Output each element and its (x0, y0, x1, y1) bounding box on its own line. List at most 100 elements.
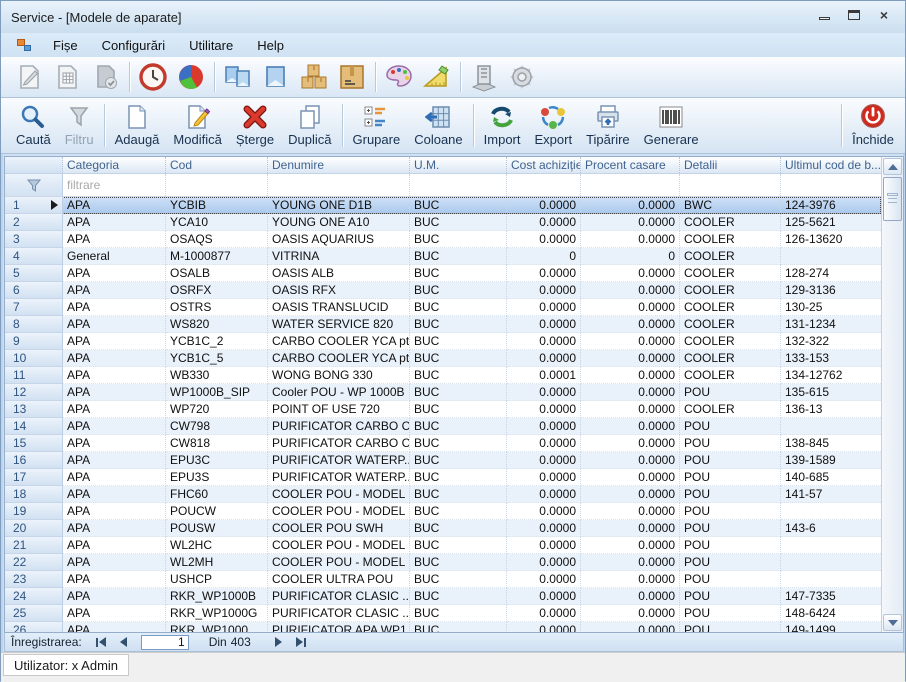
table-row[interactable]: 8 APA WS820 WATER SERVICE 820 BUC 0.0000… (5, 316, 881, 333)
modifica-button[interactable]: Modifică (166, 100, 228, 151)
packages-stack-icon[interactable] (295, 59, 333, 95)
table-row[interactable]: 1 APA YCBIB YOUNG ONE D1B BUC 0.0000 0.0… (5, 197, 881, 214)
app-window: Service - [Modele de aparate] × FișeConf… (0, 0, 906, 681)
filter-cell[interactable] (166, 174, 268, 196)
table-row[interactable]: 9 APA YCB1C_2 CARBO COOLER YCA pt 2l BUC… (5, 333, 881, 350)
clock-icon[interactable] (134, 59, 172, 95)
column-header[interactable]: Categoria (63, 157, 166, 173)
column-header[interactable]: Ultimul cod de b... (781, 157, 881, 173)
title-bar: Service - [Modele de aparate] × (1, 1, 905, 33)
vertical-scrollbar[interactable] (881, 157, 903, 632)
table-row[interactable]: 15 APA CW818 PURIFICATOR CARBO C... BUC … (5, 435, 881, 452)
import-icon (488, 103, 516, 130)
table-row[interactable]: 4 General M-1000877 VITRINA BUC 0 0 COOL… (5, 248, 881, 265)
import-button[interactable]: Import (477, 100, 528, 151)
adauga-button[interactable]: Adaugă (108, 100, 167, 151)
grupare-button[interactable]: Grupare (346, 100, 408, 151)
column-header[interactable]: Cost achiziție (507, 157, 581, 173)
filter-cell[interactable] (680, 174, 781, 196)
column-header[interactable]: Denumire (268, 157, 410, 173)
next-record-button[interactable] (275, 637, 282, 647)
row-number: 9 (5, 333, 63, 350)
design-ruler-icon[interactable] (418, 59, 456, 95)
filter-cell[interactable] (581, 174, 680, 196)
table-row[interactable]: 17 APA EPU3S PURIFICATOR WATERP... BUC 0… (5, 469, 881, 486)
box-blue-icon[interactable] (257, 59, 295, 95)
export-button[interactable]: Export (528, 100, 580, 151)
duplica-button[interactable]: Duplică (281, 100, 338, 151)
column-header[interactable]: U.M. (410, 157, 507, 173)
table-row[interactable]: 12 APA WP1000B_SIP Cooler POU - WP 1000B… (5, 384, 881, 401)
sterge-button[interactable]: Șterge (229, 100, 281, 151)
close-form-button[interactable]: Închide (845, 100, 901, 151)
previous-record-button[interactable] (120, 637, 127, 647)
filter-cell[interactable] (268, 174, 410, 196)
table-row[interactable]: 11 APA WB330 WONG BONG 330 BUC 0.0001 0.… (5, 367, 881, 384)
filter-cell[interactable] (410, 174, 507, 196)
menu-item-configurri[interactable]: Configurări (90, 35, 178, 56)
table-row[interactable]: 18 APA FHC60 COOLER POU - MODEL ... BUC … (5, 486, 881, 503)
edit-document-icon[interactable] (11, 59, 49, 95)
generare-button[interactable]: Generare (637, 100, 706, 151)
menu-bar: FișeConfigurăriUtilitareHelp × (1, 33, 905, 57)
column-header[interactable]: Cod (166, 157, 268, 173)
row-number: 6 (5, 282, 63, 299)
gear-icon[interactable] (503, 59, 541, 95)
scroll-down-button[interactable] (883, 614, 902, 631)
scroll-up-button[interactable] (883, 158, 902, 175)
coloane-button[interactable]: Coloane (407, 100, 469, 151)
row-number: 13 (5, 401, 63, 418)
minimize-button[interactable] (817, 9, 831, 21)
table-row[interactable]: 5 APA OSALB OASIS ALB BUC 0.0000 0.0000 … (5, 265, 881, 282)
first-record-button[interactable] (96, 637, 106, 647)
scroll-thumb[interactable] (883, 177, 902, 221)
table-row[interactable]: 25 APA RKR_WP1000G PURIFICATOR CLASIC ..… (5, 605, 881, 622)
filter-input[interactable] (63, 174, 165, 196)
row-number: 25 (5, 605, 63, 622)
close-button[interactable]: × (877, 9, 891, 21)
table-row[interactable]: 26 APA RKR_WP1000 PURIFICATOR APA WP1 BU… (5, 622, 881, 632)
tiparire-icon (594, 103, 622, 130)
filter-funnel-icon (27, 179, 41, 192)
table-row[interactable]: 19 APA POUCW COOLER POU - MODEL ... BUC … (5, 503, 881, 520)
report-document-icon[interactable] (49, 59, 87, 95)
cauta-button[interactable]: Caută (9, 100, 58, 151)
sterge-icon (241, 103, 269, 130)
table-row[interactable]: 22 APA WL2MH COOLER POU - MODEL ... BUC … (5, 554, 881, 571)
table-row[interactable]: 7 APA OSTRS OASIS TRANSLUCID BUC 0.0000 … (5, 299, 881, 316)
menu-item-utilitare[interactable]: Utilitare (177, 35, 245, 56)
table-row[interactable]: 3 APA OSAQS OASIS AQUARIUS BUC 0.0000 0.… (5, 231, 881, 248)
row-number: 1 (5, 197, 63, 214)
grid-rows: 1 APA YCBIB YOUNG ONE D1B BUC 0.0000 0.0… (5, 197, 881, 632)
column-header[interactable]: Detalii (680, 157, 781, 173)
record-number-input[interactable] (141, 635, 189, 650)
of-label: Din (209, 635, 227, 649)
pie-chart-icon[interactable] (172, 59, 210, 95)
table-row[interactable]: 2 APA YCA10 YOUNG ONE A10 BUC 0.0000 0.0… (5, 214, 881, 231)
building-icon[interactable] (465, 59, 503, 95)
package-icon[interactable] (333, 59, 371, 95)
filtru-button[interactable]: Filtru (58, 100, 101, 151)
palette-icon[interactable] (380, 59, 418, 95)
last-record-button[interactable] (296, 637, 306, 647)
duplica-icon (296, 103, 324, 130)
document-check-icon[interactable] (87, 59, 125, 95)
menu-item-fie[interactable]: Fișe (41, 35, 90, 56)
table-row[interactable]: 13 APA WP720 POINT OF USE 720 BUC 0.0000… (5, 401, 881, 418)
table-row[interactable]: 23 APA USHCP COOLER ULTRA POU BUC 0.0000… (5, 571, 881, 588)
filter-cell[interactable] (507, 174, 581, 196)
tiparire-button[interactable]: Tipărire (579, 100, 637, 151)
filter-cell[interactable] (781, 174, 881, 196)
table-row[interactable]: 21 APA WL2HC COOLER POU - MODEL ... BUC … (5, 537, 881, 554)
table-row[interactable]: 6 APA OSRFX OASIS RFX BUC 0.0000 0.0000 … (5, 282, 881, 299)
column-header[interactable]: Procent casare (581, 157, 680, 173)
table-row[interactable]: 14 APA CW798 PURIFICATOR CARBO C... BUC … (5, 418, 881, 435)
row-number: 2 (5, 214, 63, 231)
table-row[interactable]: 16 APA EPU3C PURIFICATOR WATERP... BUC 0… (5, 452, 881, 469)
maximize-button[interactable] (847, 9, 861, 21)
table-row[interactable]: 20 APA POUSW COOLER POU SWH BUC 0.0000 0… (5, 520, 881, 537)
boxes-blue-icon[interactable] (219, 59, 257, 95)
table-row[interactable]: 24 APA RKR_WP1000B PURIFICATOR CLASIC ..… (5, 588, 881, 605)
table-row[interactable]: 10 APA YCB1C_5 CARBO COOLER YCA pt 5l BU… (5, 350, 881, 367)
menu-item-help[interactable]: Help (245, 35, 296, 56)
